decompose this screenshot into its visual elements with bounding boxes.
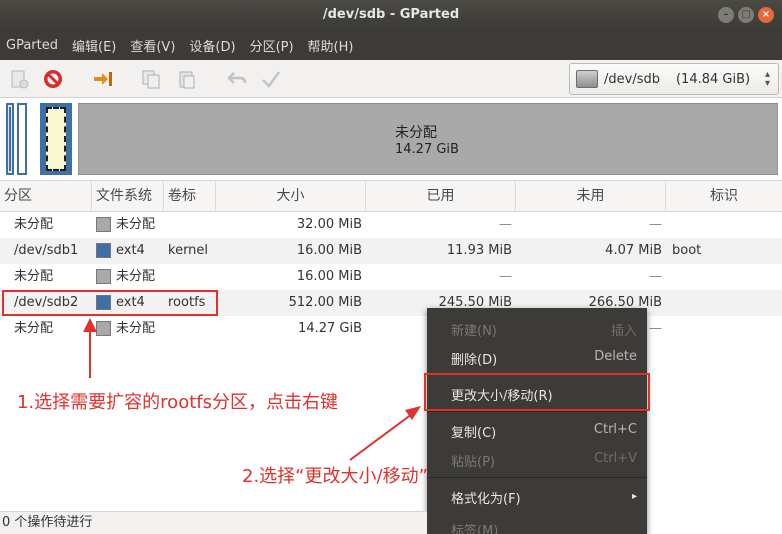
annotation-step-1: 1.选择需要扩容的rootfs分区，点击右键: [17, 392, 338, 413]
status-bar: 0 个操作待进行: [0, 511, 427, 534]
annotation-step-2: 2.选择“更改大小/移动”: [242, 466, 428, 487]
annotation-arrows: [83, 318, 421, 461]
annotation-arrowhead-1: [83, 318, 97, 332]
annotation-arrow-2: [349, 413, 413, 461]
